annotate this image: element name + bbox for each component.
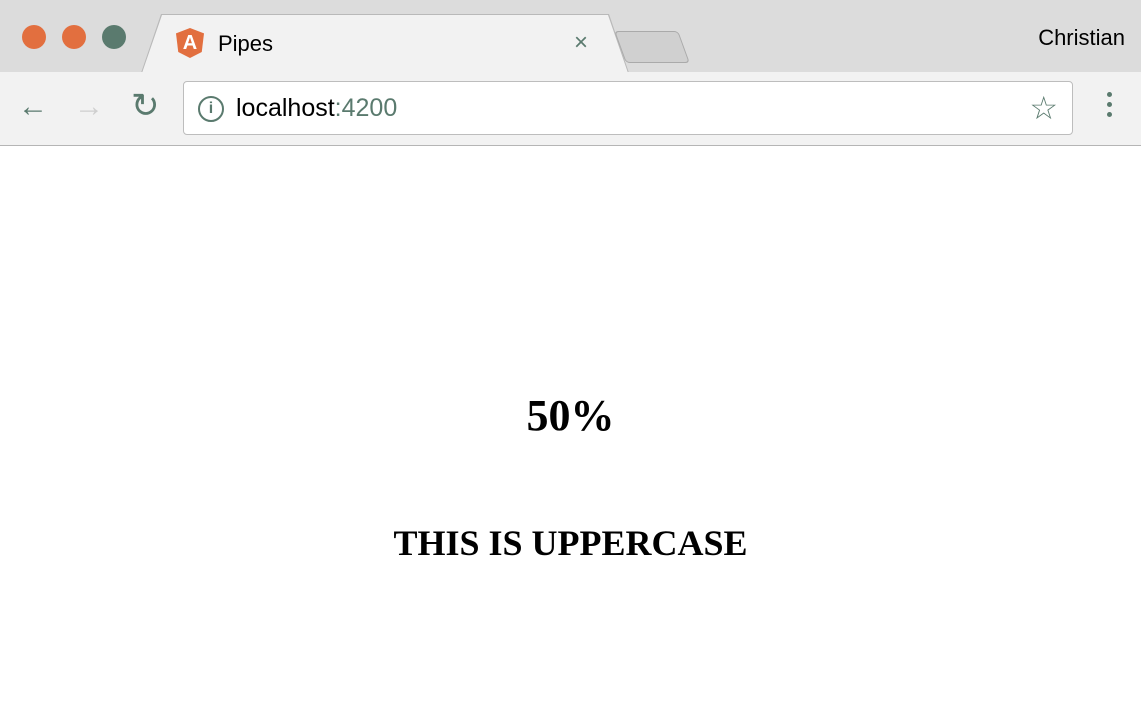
back-arrow-icon[interactable]: ← [18,90,48,124]
new-tab-button[interactable] [614,31,690,63]
info-icon[interactable]: i [198,96,224,122]
uppercase-heading: THIS IS UPPERCASE [393,523,748,563]
profile-name[interactable]: Christian [1038,25,1125,51]
maximize-window-button[interactable] [102,25,126,49]
url-text: localhost:4200 [236,94,397,123]
reload-icon[interactable]: ↻ [131,86,160,126]
tab-pipes[interactable] [142,15,628,73]
menu-kebab-icon[interactable] [1102,92,1116,122]
tab-title: Pipes [218,31,274,56]
address-bar[interactable]: i localhost:4200 ☆ [183,81,1073,135]
url-host: localhost [236,94,335,122]
bookmark-star-icon[interactable]: ☆ [1029,89,1058,127]
close-window-button[interactable] [22,25,46,49]
url-port: :4200 [334,94,398,122]
tab-close-icon[interactable]: × [574,29,588,57]
tab-strip: A Pipes × Christian [0,0,1141,73]
forward-arrow-icon[interactable]: → [74,90,104,124]
browser-toolbar: ← → ↻ i localhost:4200 ☆ [0,72,1141,146]
percent-heading: 50% [526,391,615,440]
minimize-window-button[interactable] [62,25,86,49]
